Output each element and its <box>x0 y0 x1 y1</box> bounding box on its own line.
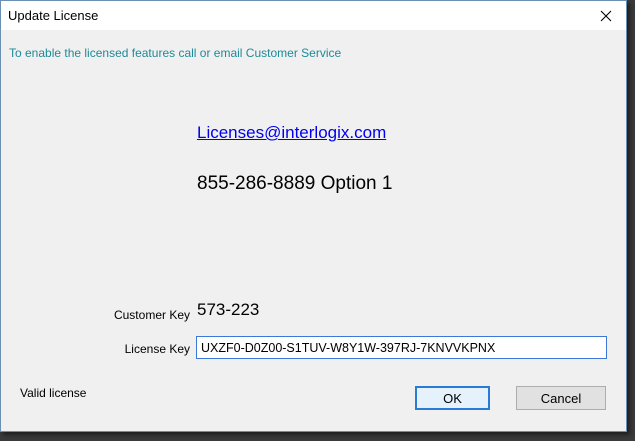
license-key-input[interactable] <box>196 336 607 359</box>
close-icon <box>600 10 612 22</box>
cancel-button[interactable]: Cancel <box>516 386 606 410</box>
customer-key-label: Customer Key <box>113 308 190 322</box>
phone-number: 855-286-8889 Option 1 <box>197 173 393 194</box>
close-button[interactable] <box>586 1 626 30</box>
info-message: To enable the licensed features call or … <box>9 46 342 60</box>
update-license-dialog: Update License To enable the licensed fe… <box>0 0 627 432</box>
ok-button[interactable]: OK <box>415 386 490 410</box>
email-link[interactable]: Licenses@interlogix.com <box>197 123 386 143</box>
title-bar: Update License <box>1 1 626 30</box>
window-title: Update License <box>8 8 99 23</box>
status-text: Valid license <box>20 386 87 400</box>
customer-key-value: 573-223 <box>197 300 260 319</box>
license-key-label: License Key <box>124 342 190 356</box>
